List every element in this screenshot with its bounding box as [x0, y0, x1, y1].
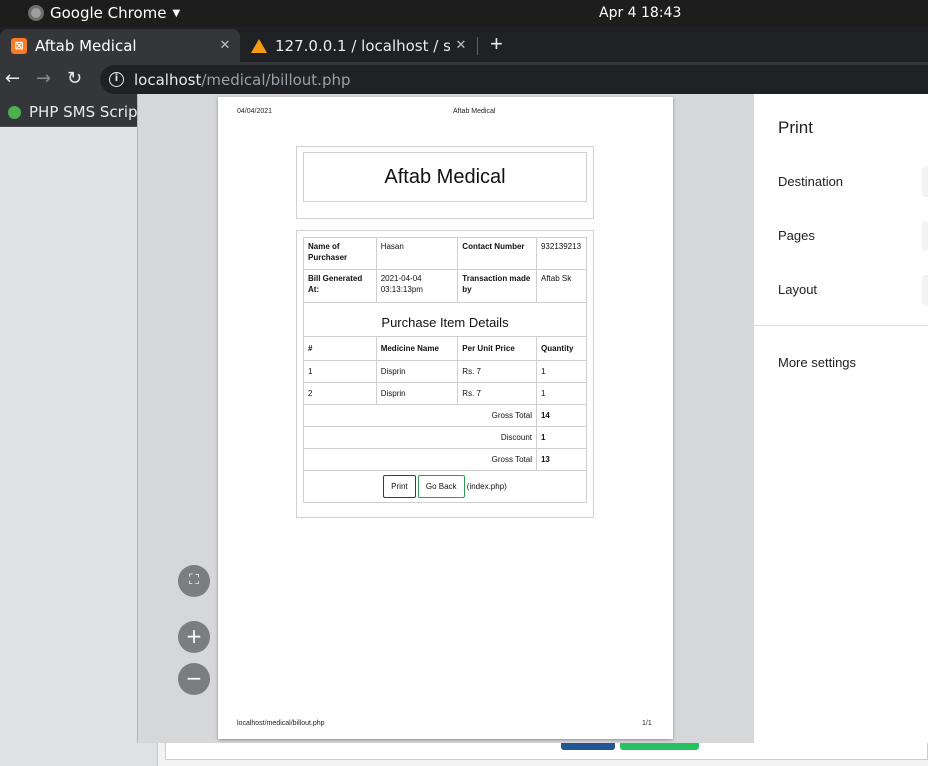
column-header: Medicine Name [375, 336, 459, 361]
item-no: 1 [303, 360, 377, 383]
item-name: Disprin [375, 382, 459, 405]
address-bar[interactable]: i localhost/medical/billout.php [100, 65, 928, 94]
value-generated: 2021-04-04 03:13:13pm [375, 269, 459, 303]
info-icon[interactable]: i [109, 72, 124, 87]
column-header: # [303, 336, 377, 361]
sheet-header-title: Aftab Medical [453, 108, 496, 115]
new-tab-button[interactable]: + [490, 31, 503, 57]
print-panel-title: Print [778, 118, 813, 137]
forward-arrow-icon[interactable]: → [36, 68, 51, 89]
total-row: Gross Total 13 [303, 448, 588, 471]
tab-title: 127.0.0.1 / localhost / stor [275, 36, 450, 55]
value-transaction: Aftab Sk [535, 269, 588, 303]
more-settings-toggle[interactable]: More settings [778, 355, 856, 370]
bookmark-label: PHP SMS Scrip… [29, 103, 153, 121]
item-qty: 1 [535, 360, 588, 383]
table-header-row: # Medicine Name Per Unit Price Quantity [303, 336, 588, 361]
table-row: Name of Purchaser Hasan Contact Number 9… [303, 237, 588, 270]
background-print-button [561, 742, 615, 750]
close-icon[interactable]: ✕ [214, 38, 236, 53]
os-top-bar: Google Chrome ▼ Apr 4 18:43 [0, 0, 928, 27]
column-header: Per Unit Price [457, 336, 537, 361]
pages-label: Pages [778, 228, 815, 243]
print-settings-panel: Print Destination Pages Layout More sett… [754, 94, 928, 743]
destination-label: Destination [778, 174, 844, 189]
total-value: 14 [535, 404, 588, 427]
bookmark-php-sms[interactable]: PHP SMS Scrip… [8, 103, 153, 121]
column-header: Quantity [535, 336, 588, 361]
value-purchaser: Hasan [375, 237, 459, 270]
url-path: /medical/billout.php [201, 70, 351, 89]
os-clock[interactable]: Apr 4 18:43 [599, 5, 681, 21]
button-row: Print Go Back (index.php) [303, 470, 587, 503]
tab-aftab-medical[interactable]: ⊠ Aftab Medical ✕ [0, 29, 240, 62]
table-row: Purchase Item Details [303, 302, 587, 337]
background-card [165, 742, 928, 760]
go-back-button[interactable]: Go Back [417, 475, 465, 498]
os-app-name: Google Chrome [50, 4, 167, 22]
table-row: 1 Disprin Rs. 7 1 [303, 360, 588, 383]
bill-table: Name of Purchaser Hasan Contact Number 9… [303, 237, 588, 503]
os-app-menu[interactable]: Google Chrome ▼ [28, 4, 180, 22]
pages-select[interactable] [922, 221, 928, 251]
total-label: Gross Total [303, 448, 537, 471]
sheet-footer-page: 1/1 [642, 720, 652, 727]
discount-value: 1 [535, 426, 588, 449]
value-contact: 932139213 [535, 237, 588, 270]
fit-to-page-icon[interactable]: ⛶ [178, 565, 210, 597]
tab-phpmyadmin[interactable]: 127.0.0.1 / localhost / stor ✕ [242, 29, 476, 62]
label-generated: Bill Generated At: [303, 269, 377, 303]
back-arrow-icon[interactable]: ← [5, 68, 20, 89]
label-transaction: Transaction made by [457, 269, 537, 303]
caret-down-icon: ▼ [172, 7, 181, 19]
item-price: Rs. 7 [457, 382, 537, 405]
shop-card: Aftab Medical [296, 146, 594, 219]
phpmyadmin-favicon-icon [251, 38, 267, 53]
label-purchaser: Name of Purchaser [303, 237, 377, 270]
index-link-text: (index.php) [466, 482, 507, 491]
sheet-header-date: 04/04/2021 [237, 108, 273, 115]
button-cell: Print Go Back (index.php) [303, 470, 587, 503]
browser-toolbar: ← → ↻ i localhost/medical/billout.php [0, 62, 928, 97]
item-no: 2 [303, 382, 377, 405]
bill-card: Name of Purchaser Hasan Contact Number 9… [296, 230, 594, 518]
item-price: Rs. 7 [457, 360, 537, 383]
table-row: Bill Generated At: 2021-04-04 03:13:13pm… [303, 269, 588, 303]
bookmark-favicon-icon [8, 105, 21, 119]
item-qty: 1 [535, 382, 588, 405]
url-host: localhost [134, 70, 202, 89]
shop-name: Aftab Medical [303, 152, 587, 202]
tab-title: Aftab Medical [35, 36, 137, 55]
zoom-out-icon[interactable]: − [178, 663, 210, 695]
destination-select[interactable] [922, 167, 928, 197]
tab-separator [477, 37, 478, 55]
background-back-button [620, 742, 699, 750]
layout-label: Layout [778, 282, 818, 297]
table-row: 2 Disprin Rs. 7 1 [303, 382, 588, 405]
xampp-favicon-icon: ⊠ [11, 37, 27, 54]
total-row: Discount 1 [303, 426, 588, 449]
chrome-icon [28, 5, 44, 21]
layout-select[interactable] [922, 275, 928, 305]
total-value: 13 [535, 448, 588, 471]
zoom-in-icon[interactable]: + [178, 621, 210, 653]
print-button[interactable]: Print [383, 475, 416, 498]
close-icon[interactable]: ✕ [450, 38, 472, 53]
item-name: Disprin [375, 360, 459, 383]
reload-icon[interactable]: ↻ [67, 68, 82, 89]
total-label: Gross Total [303, 404, 537, 427]
total-row: Gross Total 14 [303, 404, 588, 427]
panel-divider [754, 325, 928, 326]
discount-label: Discount [303, 426, 537, 449]
tab-strip: ⊠ Aftab Medical ✕ 127.0.0.1 / localhost … [0, 27, 928, 62]
label-contact: Contact Number [457, 237, 537, 270]
preview-sheet: 04/04/2021 Aftab Medical Aftab Medical N… [218, 97, 673, 739]
section-title: Purchase Item Details [303, 302, 587, 337]
sheet-footer-url: localhost/medical/billout.php [237, 720, 325, 727]
